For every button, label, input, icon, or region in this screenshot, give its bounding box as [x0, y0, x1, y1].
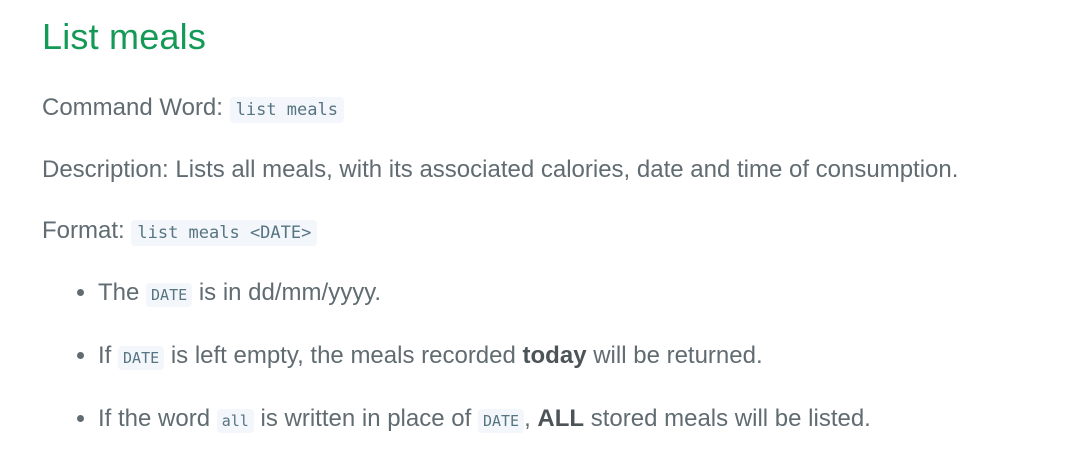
bullet-text: will be returned. [593, 342, 763, 369]
list-item: If the word all is written in place of D… [98, 403, 871, 437]
list-item: If DATE is left empty, the meals recorde… [98, 340, 871, 374]
command-word-code: list meals [229, 97, 344, 123]
date-code: DATE [477, 409, 525, 433]
date-code: DATE [146, 283, 193, 307]
notes-list: The DATE is in dd/mm/yyyy. If DATE is le… [42, 277, 871, 466]
bold-text: today [522, 342, 587, 369]
date-code: DATE [118, 346, 165, 370]
description-line: Description: Lists all meals, with its a… [42, 154, 958, 186]
bullet-text: is left empty, the meals recorded [170, 342, 516, 369]
section-title: List meals [42, 16, 207, 57]
comma: , [524, 405, 531, 432]
command-word-line: Command Word: list meals [42, 92, 344, 126]
bullet-text: is written in place of [260, 405, 472, 432]
description-text: Description: Lists all meals, with its a… [42, 156, 959, 183]
bullet-text: is in dd/mm/yyyy. [198, 279, 382, 306]
format-line: Format: list meals <DATE> [42, 215, 318, 249]
all-code: all [216, 409, 254, 433]
bullet-text: If [98, 342, 112, 369]
format-code: list meals <DATE> [131, 220, 318, 246]
list-item: The DATE is in dd/mm/yyyy. [98, 277, 871, 311]
command-word-label: Command Word: [42, 94, 223, 121]
bullet-text: If the word [98, 405, 211, 432]
bold-text: ALL [537, 405, 585, 432]
format-label: Format: [42, 217, 125, 244]
bullet-text: The [98, 279, 140, 306]
bullet-text: stored meals will be listed. [590, 405, 871, 432]
